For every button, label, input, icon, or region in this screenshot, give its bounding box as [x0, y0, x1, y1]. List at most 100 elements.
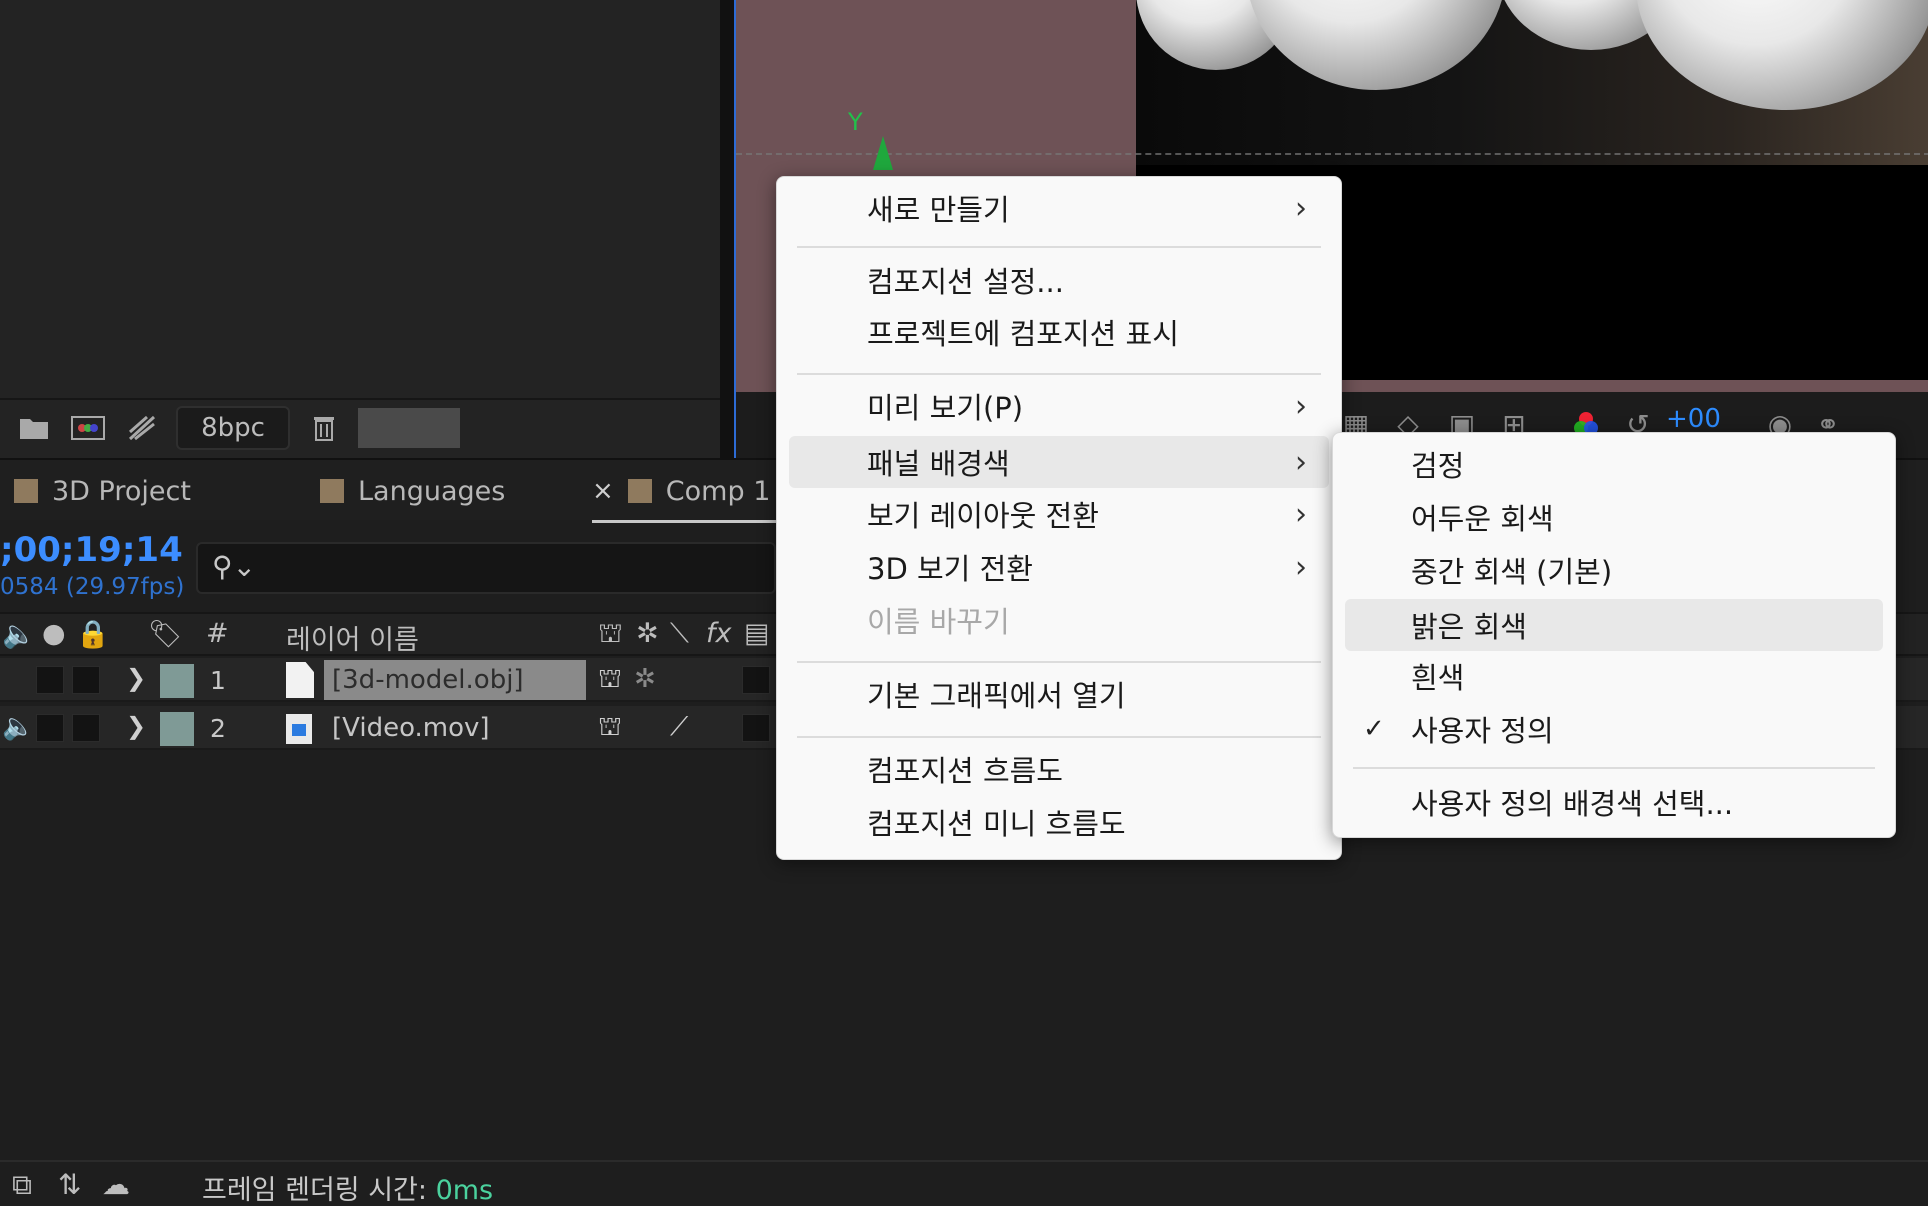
quality-column-icon[interactable]: ⟍: [670, 618, 689, 650]
submenu-item-label: 사용자 정의: [1411, 714, 1554, 748]
tab-languages[interactable]: Languages: [320, 460, 505, 522]
close-icon[interactable]: ×: [592, 476, 614, 506]
exposure-value[interactable]: +00: [1666, 404, 1721, 434]
solo-column-icon[interactable]: ●: [42, 618, 66, 649]
guide-line: [736, 153, 1928, 155]
menu-separator: [1353, 767, 1875, 769]
bit-depth-button[interactable]: 8bpc: [176, 406, 290, 450]
chevron-right-icon: ›: [1295, 190, 1307, 226]
menu-item-label: 새로 만들기: [867, 193, 1010, 227]
layer-name[interactable]: [3d-model.obj]: [324, 660, 586, 700]
number-column-header[interactable]: #: [206, 618, 229, 649]
menu-item-label: 컴포지션 흐름도: [867, 754, 1063, 788]
menu-separator: [797, 373, 1321, 375]
submenu-item-medium-gray[interactable]: 중간 회색 (기본): [1345, 547, 1883, 593]
tab-color-swatch: [14, 479, 38, 503]
solo-toggle[interactable]: [72, 666, 100, 694]
panel-background-submenu: 검정 어두운 회색 중간 회색 (기본) 밝은 회색 흰색 ✓ 사용자 정의 사…: [1332, 432, 1896, 838]
label-column-icon[interactable]: 🏷: [148, 618, 182, 650]
menu-item-composition-flowchart[interactable]: 컴포지션 흐름도: [789, 746, 1329, 792]
composition-icon[interactable]: [68, 408, 108, 448]
menu-item-label: 이름 바꾸기: [867, 605, 1010, 639]
menu-item-label: 3D 보기 전환: [867, 552, 1033, 586]
fx-column-header[interactable]: fx: [706, 618, 731, 649]
audio-icon[interactable]: 🔈: [2, 712, 34, 742]
tab-3d-project[interactable]: 3D Project: [14, 460, 191, 522]
submenu-item-label: 흰색: [1411, 661, 1465, 695]
render-time-text: 프레임 렌더링 시간:: [202, 1175, 427, 1206]
submenu-item-choose-custom-color[interactable]: 사용자 정의 배경색 선택...: [1345, 779, 1883, 825]
submenu-item-label: 밝은 회색: [1411, 610, 1527, 644]
flowchart-icon[interactable]: [122, 408, 162, 448]
submenu-item-white[interactable]: 흰색: [1345, 653, 1883, 699]
audio-column-icon[interactable]: 🔈: [2, 618, 36, 650]
menu-item-reveal-in-project[interactable]: 프로젝트에 컴포지션 표시: [789, 309, 1329, 355]
transfer-icon[interactable]: ⇅: [58, 1168, 81, 1201]
y-axis-handle[interactable]: [873, 136, 893, 170]
video-toggle[interactable]: [36, 666, 64, 694]
status-bar: ⧉ ⇅ ☁ 프레임 렌더링 시간: 0ms: [0, 1160, 1928, 1206]
tab-label: 3D Project: [52, 475, 191, 507]
expand-chevron-icon[interactable]: ❯: [126, 712, 146, 740]
menu-item-composition-settings[interactable]: 컴포지션 설정...: [789, 257, 1329, 303]
chevron-right-icon: ›: [1295, 549, 1307, 585]
menu-item-new[interactable]: 새로 만들기 ›: [789, 185, 1329, 231]
menu-item-label: 보기 레이아웃 전환: [867, 499, 1099, 533]
menu-item-open-essential-graphics[interactable]: 기본 그래픽에서 열기: [789, 671, 1329, 717]
menu-separator: [797, 246, 1321, 248]
chevron-right-icon: ›: [1295, 496, 1307, 532]
layer-label-color[interactable]: [160, 664, 194, 698]
submenu-item-light-gray[interactable]: 밝은 회색: [1345, 599, 1883, 651]
folder-icon[interactable]: [14, 408, 54, 448]
expand-chevron-icon[interactable]: ❯: [126, 664, 146, 692]
frame-blend-column-icon[interactable]: ▤: [744, 618, 770, 649]
frame-counter: 0584 (29.97fps): [0, 574, 185, 600]
submenu-item-custom[interactable]: ✓ 사용자 정의: [1345, 706, 1883, 752]
menu-separator: [797, 661, 1321, 663]
collapse-column-icon[interactable]: ✲: [636, 618, 659, 649]
layer-search-input[interactable]: ⚲⌄: [196, 542, 776, 594]
current-timecode[interactable]: ;00;19;14: [0, 530, 183, 570]
frame-render-time-label: 프레임 렌더링 시간: 0ms: [202, 1168, 493, 1206]
switch-toggle[interactable]: [742, 714, 770, 742]
panel-splitter[interactable]: [720, 0, 734, 458]
submenu-item-black[interactable]: 검정: [1345, 441, 1883, 487]
menu-item-label: 프로젝트에 컴포지션 표시: [867, 317, 1179, 351]
collapse-switch-icon[interactable]: ✲: [634, 664, 656, 694]
menu-item-panel-background[interactable]: 패널 배경색 ›: [789, 436, 1329, 488]
trash-icon[interactable]: [304, 408, 344, 448]
submenu-item-label: 검정: [1411, 449, 1465, 483]
layer-label-color[interactable]: [160, 712, 194, 746]
shy-switch-icon[interactable]: ⛫: [598, 664, 622, 698]
submenu-item-label: 어두운 회색: [1411, 502, 1554, 536]
file-icon: [286, 662, 314, 698]
layer-name[interactable]: [Video.mov]: [324, 708, 586, 748]
project-bottom-toolbar: 8bpc: [0, 400, 724, 456]
context-menu: 새로 만들기 › 컴포지션 설정... 프로젝트에 컴포지션 표시 미리 보기(…: [776, 176, 1342, 860]
menu-item-rename: 이름 바꾸기: [789, 597, 1329, 643]
video-file-icon: [286, 714, 312, 744]
menu-item-label: 기본 그래픽에서 열기: [867, 679, 1126, 713]
graph-editor-icon[interactable]: ☁: [102, 1168, 130, 1201]
menu-item-switch-view-layout[interactable]: 보기 레이아웃 전환 ›: [789, 491, 1329, 537]
menu-item-preview[interactable]: 미리 보기(P) ›: [789, 383, 1329, 429]
video-toggle[interactable]: [36, 714, 64, 742]
menu-item-switch-3d-view[interactable]: 3D 보기 전환 ›: [789, 544, 1329, 590]
menu-item-composition-mini-flowchart[interactable]: 컴포지션 미니 흐름도: [789, 799, 1329, 845]
layer-name-column-header[interactable]: 레이어 이름: [286, 618, 419, 657]
shy-switch-icon[interactable]: ⛫: [598, 712, 622, 746]
submenu-item-dark-gray[interactable]: 어두운 회색: [1345, 494, 1883, 540]
menu-item-label: 컴포지션 설정...: [867, 265, 1064, 299]
quality-switch-icon[interactable]: ⟋: [670, 712, 688, 743]
active-tab-indicator: [592, 520, 782, 523]
tab-comp-1[interactable]: × Comp 1: [592, 460, 770, 522]
solo-toggle[interactable]: [72, 714, 100, 742]
chevron-right-icon: ›: [1295, 444, 1307, 480]
project-panel: 8bpc: [0, 0, 724, 458]
shy-column-icon[interactable]: ⛫: [598, 618, 623, 653]
render-icon[interactable]: ⧉: [12, 1168, 32, 1202]
checkmark-icon: ✓: [1363, 714, 1385, 744]
project-color-swatch[interactable]: [358, 408, 460, 448]
switch-toggle[interactable]: [742, 666, 770, 694]
lock-column-icon[interactable]: 🔒: [76, 618, 110, 650]
